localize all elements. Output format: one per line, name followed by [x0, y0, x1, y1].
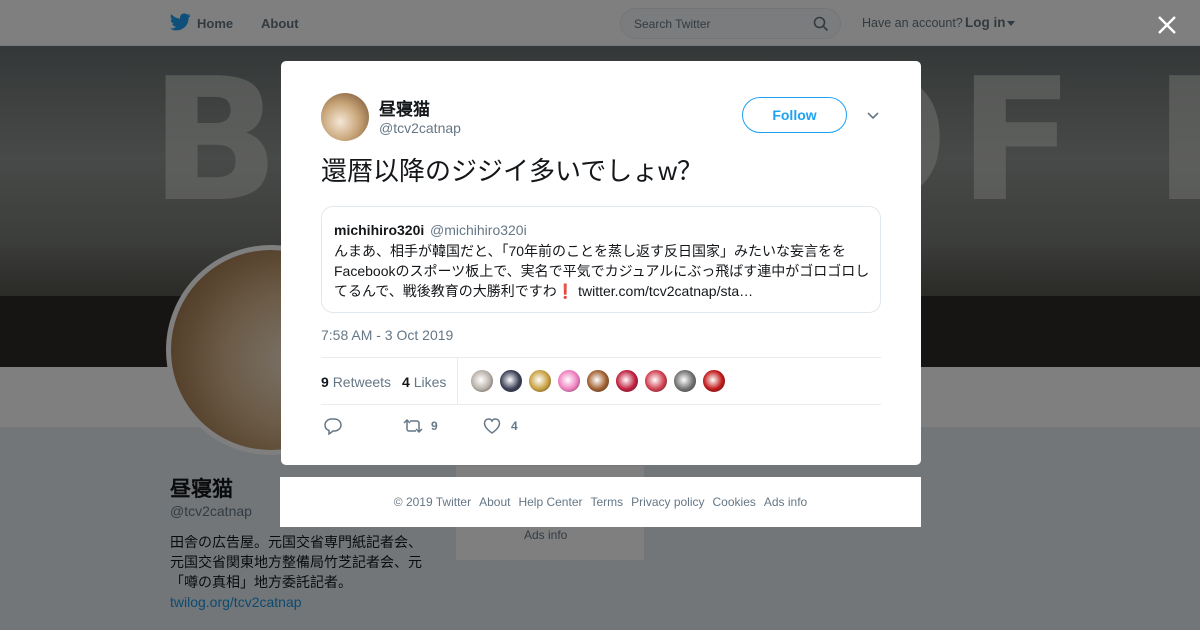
likes-count: 4 [402, 374, 410, 390]
footer-link[interactable]: Cookies [713, 495, 756, 509]
likes-stat[interactable]: 4 Likes [402, 374, 446, 390]
footer-link[interactable]: About [479, 495, 510, 509]
retweet-action-count: 9 [431, 419, 438, 433]
liker-avatar[interactable] [673, 369, 697, 393]
quoted-tweet-link[interactable]: twitter.com/tcv2catnap/sta… [578, 283, 753, 299]
tweet-actions: 9 4 [321, 417, 881, 437]
tweet-timestamp[interactable]: 7:58 AM - 3 Oct 2019 [321, 327, 453, 343]
liker-avatar[interactable] [644, 369, 668, 393]
close-icon[interactable] [1156, 14, 1178, 36]
liker-avatar[interactable] [702, 369, 726, 393]
quoted-tweet-text: んまあ、相手が韓国だと、「70年前のことを蒸し返す反日国家」みたいな妄言をを F… [334, 241, 874, 301]
footer-links: © 2019 Twitter About Help Center Terms Priva… [280, 495, 921, 509]
liker-avatar[interactable] [557, 369, 581, 393]
footer-link[interactable]: Terms [590, 495, 623, 509]
modal-footer: © 2019 Twitter About Help Center Terms Priva… [280, 477, 921, 527]
retweets-label: Retweets [332, 374, 392, 390]
liker-avatar[interactable] [499, 369, 523, 393]
footer-link[interactable]: Help Center [518, 495, 582, 509]
footer-link: © 2019 Twitter [393, 495, 472, 509]
retweets-count: 9 [321, 374, 329, 390]
footer-link[interactable]: Privacy policy [631, 495, 704, 509]
tweet-author-avatar[interactable] [321, 93, 369, 141]
quoted-tweet-author-handle: @michihiro320i [430, 222, 527, 238]
tweet-author-name[interactable]: 昼寝猫 [379, 95, 430, 120]
likes-label: Likes [413, 374, 447, 390]
quoted-tweet-author-name: michihiro320i [334, 222, 425, 238]
tweet-text: 還暦以降のジジイ多いでしょw？ [321, 156, 703, 186]
liker-avatar[interactable] [470, 369, 494, 393]
follow-button[interactable]: Follow [742, 97, 847, 133]
like-action-count: 4 [511, 419, 518, 433]
tweet-stats: 9 Retweets 4 Likes [321, 357, 881, 405]
tweet-author-handle[interactable]: @tcv2catnap [379, 120, 461, 136]
exclamation-emoji: ❗ [556, 283, 575, 299]
liker-avatar[interactable] [528, 369, 552, 393]
like-heart-icon[interactable] [483, 417, 501, 435]
retweets-stat[interactable]: 9 Retweets [321, 374, 391, 390]
stats-divider [457, 358, 458, 404]
quoted-tweet[interactable]: michihiro320i @michihiro320i んまあ、相手が韓国だと… [321, 206, 881, 313]
retweet-icon[interactable] [402, 417, 424, 435]
chevron-down-icon[interactable] [866, 109, 880, 123]
reply-icon[interactable] [323, 417, 343, 435]
liker-avatar[interactable] [615, 369, 639, 393]
footer-link[interactable]: Ads info [764, 495, 807, 509]
liker-avatar[interactable] [586, 369, 610, 393]
tweet-modal: 昼寝猫 @tcv2catnap Follow 還暦以降のジジイ多いでしょw？ m… [281, 61, 921, 465]
